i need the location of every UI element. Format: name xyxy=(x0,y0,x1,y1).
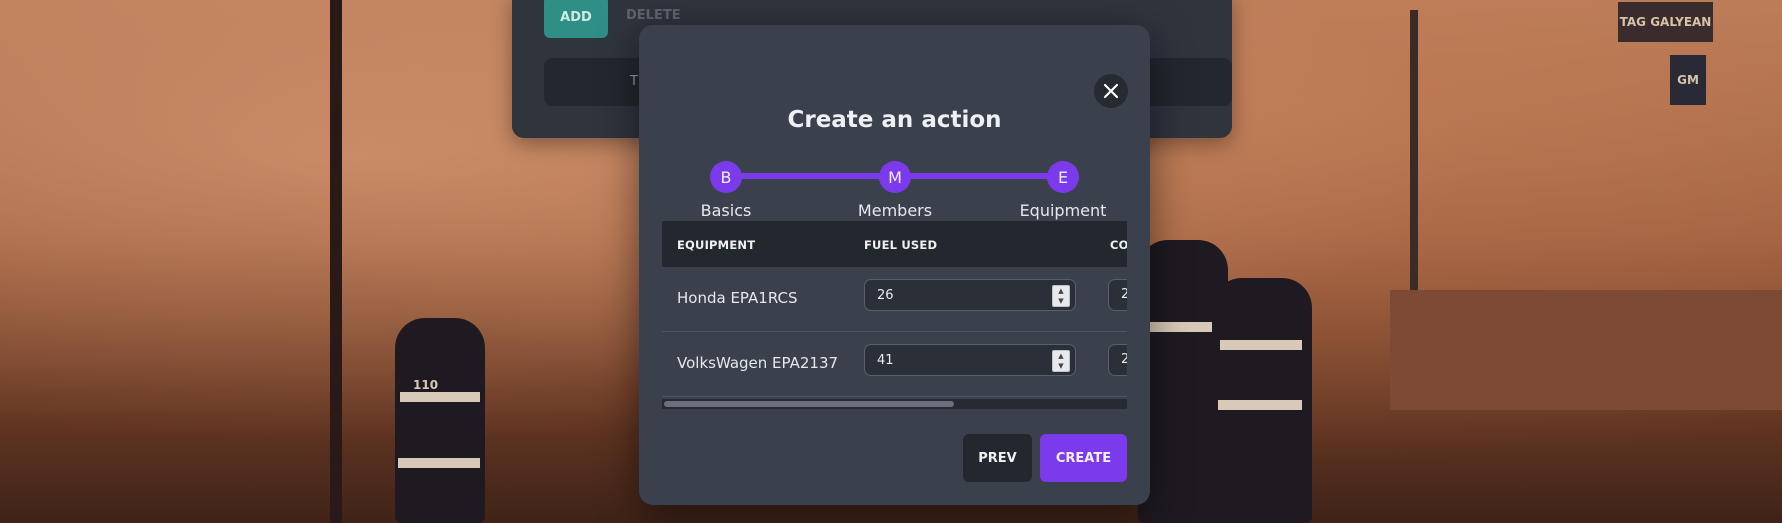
number-spinner[interactable]: ▲ ▼ xyxy=(1052,350,1070,372)
step-label: Members xyxy=(857,201,933,220)
step-label: Equipment xyxy=(1019,201,1107,220)
fuel-used-input[interactable] xyxy=(864,344,1076,376)
step-members[interactable]: M Members xyxy=(825,161,965,220)
reflective-stripe xyxy=(398,458,480,468)
create-action-modal: Create an action B Basics M Members E Eq… xyxy=(639,25,1150,505)
spin-down-icon[interactable]: ▼ xyxy=(1058,362,1063,370)
step-circle[interactable]: E xyxy=(1047,161,1079,193)
step-equipment[interactable]: E Equipment xyxy=(993,161,1133,220)
step-circle[interactable]: B xyxy=(710,161,742,193)
add-button[interactable]: ADD xyxy=(544,0,608,38)
reflective-stripe xyxy=(1150,322,1220,332)
close-icon xyxy=(1103,83,1119,99)
table-row: Honda EPA1RCS ▲ ▼ 2 xyxy=(662,267,1127,332)
equipment-name: VolksWagen EPA2137 xyxy=(677,354,839,372)
column-header-equipment: EQUIPMENT xyxy=(677,238,756,252)
reflective-stripe xyxy=(400,392,480,402)
street-light-pole xyxy=(1410,10,1418,300)
horizontal-scrollbar[interactable] xyxy=(662,399,1127,409)
modal-title: Create an action xyxy=(787,107,1002,133)
spin-up-icon[interactable]: ▲ xyxy=(1058,352,1063,360)
equipment-table: EQUIPMENT FUEL USED CO Honda EPA1RCS ▲ ▼… xyxy=(662,221,1127,399)
reflective-stripe xyxy=(1220,340,1302,350)
step-circle[interactable]: M xyxy=(879,161,911,193)
building xyxy=(1390,290,1782,410)
firefighter-left xyxy=(395,318,485,523)
dealership-sign: TAG GALYEAN xyxy=(1618,2,1713,42)
spin-up-icon[interactable]: ▲ xyxy=(1058,287,1063,295)
third-column-input[interactable]: 2 xyxy=(1108,344,1127,376)
gm-sign: GM xyxy=(1670,55,1706,105)
reflective-stripe xyxy=(1218,400,1302,410)
fuel-used-input[interactable] xyxy=(864,279,1076,311)
prev-button[interactable]: PREV xyxy=(963,434,1032,482)
table-row: VolksWagen EPA2137 ▲ ▼ 2 xyxy=(662,332,1127,397)
scrollbar-thumb[interactable] xyxy=(664,401,954,407)
equipment-name: Honda EPA1RCS xyxy=(677,289,798,307)
delete-button[interactable]: DELETE xyxy=(620,4,687,26)
third-column-input[interactable]: 2 xyxy=(1108,279,1127,311)
number-spinner[interactable]: ▲ ▼ xyxy=(1052,285,1070,307)
spin-down-icon[interactable]: ▼ xyxy=(1058,297,1063,305)
column-header-third: CO xyxy=(1110,238,1127,252)
utility-pole xyxy=(330,0,342,523)
column-header-fuel-used: FUEL USED xyxy=(864,238,938,252)
step-label: Basics xyxy=(700,201,752,220)
helmet-number: 110 xyxy=(413,378,439,392)
step-basics[interactable]: B Basics xyxy=(656,161,796,220)
background-bar-text: T xyxy=(630,74,638,89)
table-header: EQUIPMENT FUEL USED CO xyxy=(662,221,1127,267)
create-button[interactable]: CREATE xyxy=(1040,434,1127,482)
close-button[interactable] xyxy=(1094,74,1128,108)
